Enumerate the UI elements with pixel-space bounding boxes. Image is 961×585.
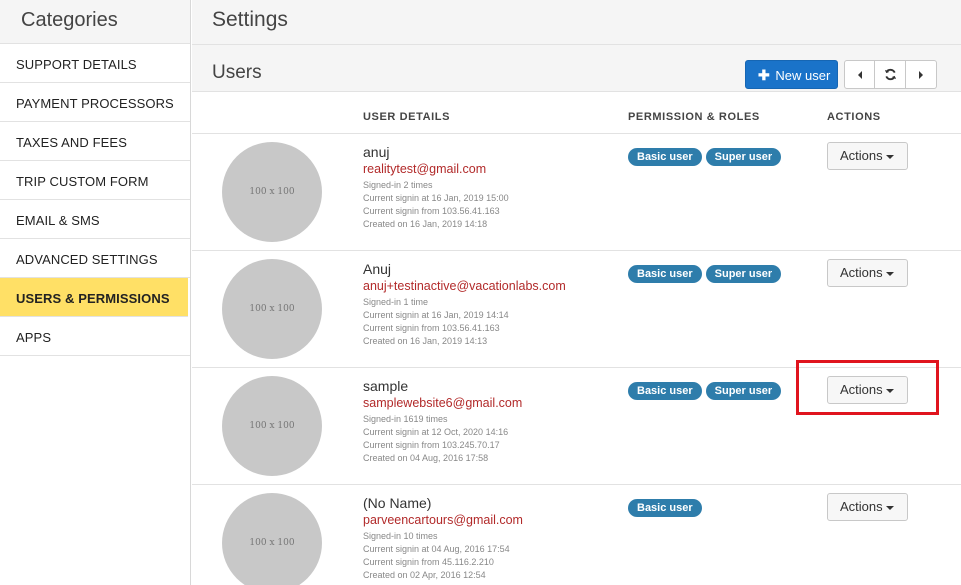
signin-count: Signed-in 1619 times: [363, 414, 448, 424]
user-name: Anuj: [363, 261, 392, 277]
plus-icon: ✚: [758, 67, 770, 83]
actions-dropdown-button[interactable]: Actions: [827, 259, 908, 287]
sidebar-item-payment-processors[interactable]: PAYMENT PROCESSORS: [0, 83, 190, 122]
caret-down-icon: [885, 271, 894, 276]
next-page-button[interactable]: [906, 60, 937, 89]
caret-down-icon: [885, 505, 894, 510]
sidebar-item-users-permissions[interactable]: USERS & PERMISSIONS: [0, 278, 188, 317]
current-signin-at: Current signin at 12 Oct, 2020 14:16: [363, 427, 509, 437]
role-badge: Basic user: [628, 148, 702, 166]
current-signin-from: Current signin from 103.56.41.163: [363, 323, 500, 333]
created-on: Created on 04 Aug, 2016 17:58: [363, 453, 489, 463]
refresh-button[interactable]: [875, 60, 906, 89]
role-badges: Basic user Super user: [628, 382, 782, 400]
caret-down-icon: [885, 154, 894, 159]
new-user-button[interactable]: ✚ New user: [745, 60, 838, 89]
created-on: Created on 16 Jan, 2019 14:18: [363, 219, 488, 229]
caret-down-icon: [885, 388, 894, 393]
signin-count: Signed-in 2 times: [363, 180, 433, 190]
sidebar-title: Categories: [0, 0, 190, 44]
sidebar-item-taxes-and-fees[interactable]: TAXES AND FEES: [0, 122, 190, 161]
actions-dropdown-button[interactable]: Actions: [827, 142, 908, 170]
user-email: anuj+testinactive@vacationlabs.com: [363, 279, 566, 293]
pagination-controls: [844, 60, 937, 89]
main-content: Settings Users ✚ New user USER DETAILS P…: [192, 0, 961, 585]
sidebar-item-advanced-settings[interactable]: ADVANCED SETTINGS: [0, 239, 190, 278]
role-badge: Basic user: [628, 382, 702, 400]
sidebar-item-email-sms[interactable]: EMAIL & SMS: [0, 200, 190, 239]
new-user-label: New user: [775, 68, 831, 83]
user-name: anuj: [363, 144, 390, 160]
users-title: Users: [212, 62, 262, 83]
signin-count: Signed-in 1 time: [363, 297, 429, 307]
current-signin-from: Current signin from 103.56.41.163: [363, 206, 500, 216]
sidebar-item-trip-custom-form[interactable]: TRIP CUSTOM FORM: [0, 161, 190, 200]
role-badge: Super user: [705, 382, 782, 400]
actions-label: Actions: [840, 382, 883, 397]
table-header: USER DETAILS PERMISSION & ROLES ACTIONS: [192, 92, 961, 134]
actions-dropdown-button[interactable]: Actions: [827, 493, 908, 521]
caret-right-icon: [919, 70, 923, 79]
actions-label: Actions: [840, 148, 883, 163]
column-header-user-details: USER DETAILS: [363, 111, 451, 123]
avatar: 100 x 100: [222, 142, 322, 242]
sidebar-item-support-details[interactable]: SUPPORT DETAILS: [0, 44, 190, 83]
user-email: samplewebsite6@gmail.com: [363, 396, 523, 410]
role-badge: Super user: [705, 148, 782, 166]
role-badge: Basic user: [628, 499, 702, 517]
column-header-permissions: PERMISSION & ROLES: [628, 111, 760, 123]
actions-label: Actions: [840, 499, 883, 514]
current-signin-from: Current signin from 103.245.70.17: [363, 440, 500, 450]
signin-count: Signed-in 10 times: [363, 531, 438, 541]
user-name: sample: [363, 378, 409, 394]
created-on: Created on 02 Apr, 2016 12:54: [363, 570, 486, 580]
role-badges: Basic user Super user: [628, 148, 782, 166]
current-signin-at: Current signin at 16 Jan, 2019 15:00: [363, 193, 509, 203]
role-badge: Super user: [705, 265, 782, 283]
role-badges: Basic user: [628, 499, 702, 517]
table-row: 100 x 100 Anuj anuj+testinactive@vacatio…: [192, 251, 961, 368]
categories-sidebar: Categories SUPPORT DETAILS PAYMENT PROCE…: [0, 0, 191, 585]
role-badge: Basic user: [628, 265, 702, 283]
user-email: parveencartours@gmail.com: [363, 513, 523, 527]
current-signin-from: Current signin from 45.116.2.210: [363, 557, 494, 567]
table-row: 100 x 100 anuj realitytest@gmail.com Sig…: [192, 134, 961, 251]
page-title: Settings: [192, 0, 961, 45]
column-header-actions: ACTIONS: [827, 111, 881, 123]
actions-label: Actions: [840, 265, 883, 280]
table-row: 100 x 100 sample samplewebsite6@gmail.co…: [192, 368, 961, 485]
avatar: 100 x 100: [222, 376, 322, 476]
user-email: realitytest@gmail.com: [363, 162, 487, 176]
sidebar-item-apps[interactable]: APPS: [0, 317, 190, 356]
users-panel-heading: Users ✚ New user: [192, 45, 961, 92]
role-badges: Basic user Super user: [628, 265, 782, 283]
created-on: Created on 16 Jan, 2019 14:13: [363, 336, 488, 346]
table-row: 100 x 100 (No Name) parveencartours@gmai…: [192, 485, 961, 585]
actions-dropdown-button[interactable]: Actions: [827, 376, 908, 404]
previous-page-button[interactable]: [844, 60, 875, 89]
user-name: (No Name): [363, 495, 432, 511]
avatar: 100 x 100: [222, 259, 322, 359]
current-signin-at: Current signin at 16 Jan, 2019 14:14: [363, 310, 509, 320]
avatar: 100 x 100: [222, 493, 322, 585]
refresh-icon: [884, 68, 896, 81]
current-signin-at: Current signin at 04 Aug, 2016 17:54: [363, 544, 510, 554]
caret-left-icon: [857, 70, 862, 79]
